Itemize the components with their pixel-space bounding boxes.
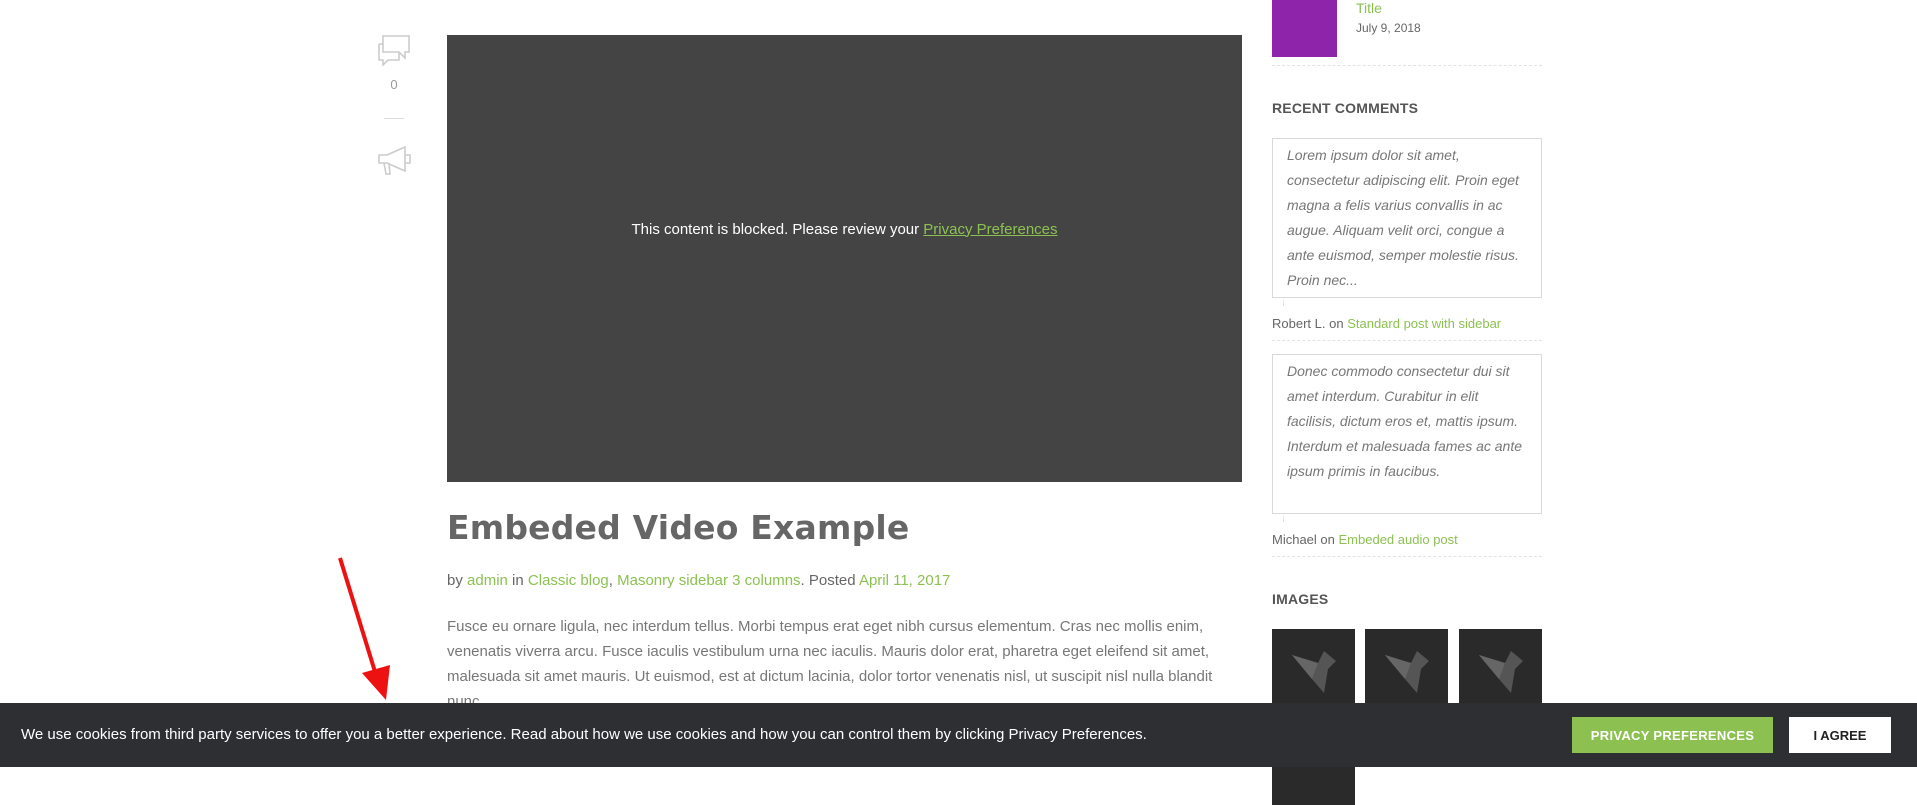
bird-logo-icon bbox=[1384, 650, 1429, 693]
privacy-preferences-button[interactable]: PRIVACY PREFERENCES bbox=[1572, 717, 1773, 753]
author-link[interactable]: admin bbox=[467, 572, 508, 589]
arrow-annotation bbox=[338, 557, 390, 700]
megaphone-icon[interactable] bbox=[375, 143, 413, 177]
byline-by: by bbox=[447, 572, 463, 589]
cookie-consent-bar: We use cookies from third party services… bbox=[0, 703, 1917, 767]
sidebar-divider bbox=[1272, 340, 1542, 341]
category-link-masonry[interactable]: Masonry sidebar 3 columns bbox=[617, 572, 800, 589]
comments-icon[interactable] bbox=[375, 32, 413, 67]
recent-post-thumbnail[interactable] bbox=[1272, 0, 1337, 57]
byline-in: in bbox=[512, 572, 524, 589]
images-heading: IMAGES bbox=[1272, 591, 1329, 607]
cookie-message: We use cookies from third party services… bbox=[21, 726, 1147, 743]
recent-post-date: July 9, 2018 bbox=[1356, 21, 1421, 35]
comment-on: on bbox=[1320, 532, 1335, 547]
i-agree-button[interactable]: I AGREE bbox=[1789, 717, 1891, 753]
blocked-text: This content is blocked. Please review y… bbox=[631, 220, 920, 238]
sidebar-divider bbox=[1272, 65, 1542, 66]
privacy-preferences-link[interactable]: Privacy Preferences bbox=[923, 221, 1057, 238]
comment-text: Lorem ipsum dolor sit amet, consectetur … bbox=[1287, 147, 1519, 288]
blocked-content-message: This content is blocked. Please review y… bbox=[631, 221, 1057, 238]
comment-author: Robert L. bbox=[1272, 316, 1326, 331]
category-link-classic-blog[interactable]: Classic blog bbox=[528, 572, 609, 589]
post-excerpt: Fusce eu ornare ligula, nec interdum tel… bbox=[447, 618, 1213, 710]
comment-bubble: Lorem ipsum dolor sit amet, consectetur … bbox=[1272, 138, 1542, 306]
comment-text: Donec commodo consectetur dui sit amet i… bbox=[1287, 363, 1523, 479]
comment-meta: Robert L. on Standard post with sidebar bbox=[1272, 316, 1501, 331]
meta-divider bbox=[384, 118, 404, 119]
comment-author: Michael bbox=[1272, 532, 1317, 547]
comment-post-link[interactable]: Standard post with sidebar bbox=[1347, 316, 1501, 331]
image-thumbnail[interactable] bbox=[1365, 629, 1448, 712]
comment-count: 0 bbox=[390, 77, 398, 92]
post-meta-column: 0 bbox=[372, 32, 416, 182]
video-embed-placeholder: This content is blocked. Please review y… bbox=[447, 35, 1242, 482]
post-date-link[interactable]: April 11, 2017 bbox=[859, 572, 950, 589]
comment-post-link[interactable]: Embeded audio post bbox=[1339, 532, 1458, 547]
image-thumbnail[interactable] bbox=[1459, 629, 1542, 712]
recent-post-title[interactable]: Title bbox=[1356, 0, 1382, 16]
comment-bubble: Donec commodo consectetur dui sit amet i… bbox=[1272, 354, 1542, 522]
bird-logo-icon bbox=[1291, 650, 1336, 693]
sidebar-divider bbox=[1272, 556, 1542, 557]
comment-meta: Michael on Embeded audio post bbox=[1272, 532, 1458, 547]
post-byline: by admin in Classic blog, Masonry sideba… bbox=[447, 572, 950, 589]
bird-logo-icon bbox=[1478, 650, 1523, 693]
post-title[interactable]: Embeded Video Example bbox=[447, 508, 909, 547]
byline-comma: , bbox=[608, 572, 613, 589]
comment-on: on bbox=[1329, 316, 1344, 331]
byline-posted: . Posted bbox=[800, 572, 856, 589]
image-thumbnail[interactable] bbox=[1272, 629, 1355, 712]
recent-comments-heading: RECENT COMMENTS bbox=[1272, 100, 1419, 116]
